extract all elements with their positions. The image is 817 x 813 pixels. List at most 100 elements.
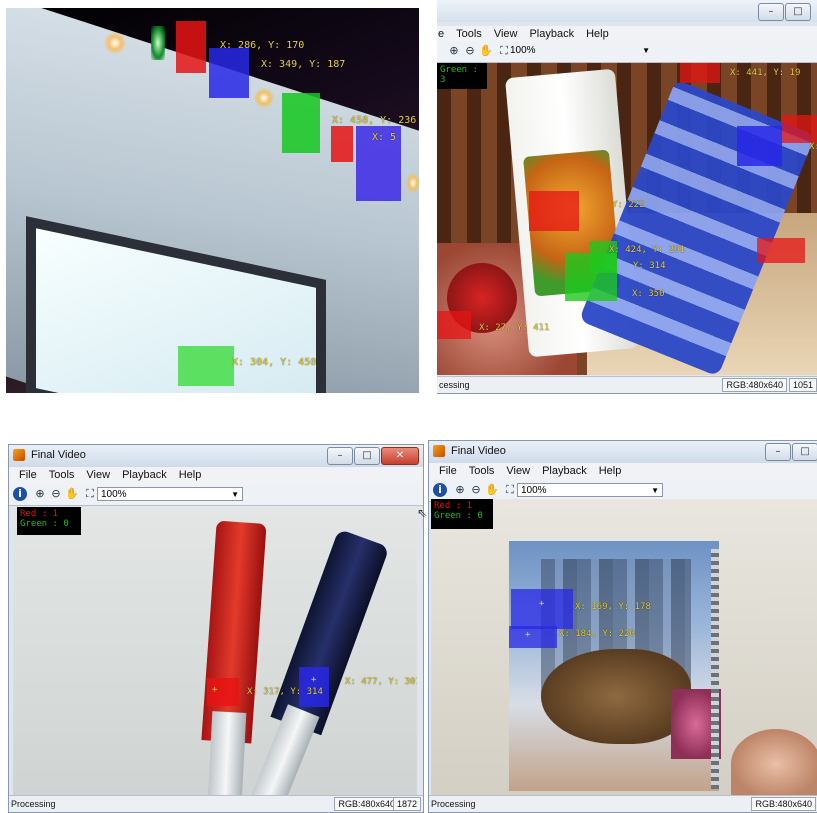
color-panel: Red : 1 Green : 0 [17, 507, 81, 535]
color-panel: Green : 3 [437, 63, 487, 89]
zoom-select[interactable]: 100% ▼ [507, 44, 653, 58]
zoom-in-icon[interactable]: ⊕ [447, 44, 461, 58]
zoom-in-icon[interactable]: ⊕ [33, 487, 47, 501]
fit-to-window-icon[interactable]: ⛶ [503, 483, 517, 497]
blue-detection-box [511, 589, 573, 629]
close-button[interactable]: ✕ [381, 447, 419, 465]
frame-count: 1872 [392, 797, 421, 811]
status-bar: Processing RGB:480x640 [429, 795, 817, 812]
coord-label: Y: 314 [633, 261, 666, 271]
green-count: Green : 3 [440, 65, 478, 85]
zoom-select[interactable]: 100% ▼ [517, 483, 663, 497]
fit-to-window-icon[interactable]: ⛶ [83, 487, 97, 501]
video-window-bl: Final Video – □ ✕ File Tools View Playba… [8, 444, 424, 813]
crosshair: + [525, 630, 531, 640]
zoom-out-icon[interactable]: ⊖ [469, 483, 483, 497]
window-title: Final Video [31, 449, 86, 461]
red-count: Red : 1 [434, 501, 472, 511]
coord-label: X: 169, Y: 178 [575, 602, 651, 612]
red-detection-box [680, 63, 720, 83]
coord-label: X: 55 [809, 142, 817, 152]
status-text: Processing [11, 799, 56, 809]
red-detection-box [176, 21, 206, 73]
info-icon[interactable]: i [13, 487, 27, 501]
menu-file[interactable]: File [433, 463, 463, 481]
status-bar: Processing RGB:480x640 1872 [9, 795, 423, 812]
chevron-down-icon: ▼ [231, 490, 239, 499]
coord-label: X: 304, Y: 450 [232, 357, 317, 368]
blue-detection-box [737, 126, 782, 166]
menu-view[interactable]: View [500, 463, 536, 481]
coord-label: X: 350 [632, 289, 665, 299]
green-count: Green : 0 [20, 519, 69, 529]
menu-playback[interactable]: Playback [116, 467, 173, 485]
video-window-tr: – □ e Tools View Playback Help ⊕ ⊖ ✋ ⛶ 1… [437, 0, 817, 394]
zoom-select[interactable]: 100% ▼ [97, 487, 243, 501]
hand [731, 729, 817, 795]
menu-tools[interactable]: Tools [463, 463, 501, 481]
coord-label: X: 477, Y: 301 [345, 677, 417, 687]
led-orange-3 [406, 173, 419, 193]
notebook-spiral [711, 549, 719, 789]
minimize-button[interactable]: – [765, 443, 791, 461]
minimize-button[interactable]: – [327, 447, 353, 465]
menu-help[interactable]: Help [593, 463, 628, 481]
pan-hand-icon[interactable]: ✋ [65, 487, 79, 501]
led-green-1 [151, 26, 165, 60]
video-frame: Green : 3 X: 441, Y: 19 X: 55 Y: 222 X: … [437, 63, 817, 375]
color-panel: Red : 1 Green : 0 [431, 499, 493, 529]
status-bar: cessing RGB:480x640 1051 [437, 376, 817, 393]
blue-detection-box [209, 48, 249, 98]
red-detection-box [437, 311, 471, 339]
menu-tools[interactable]: Tools [43, 467, 81, 485]
toolbar: ⊕ ⊖ ✋ ⛶ 100% ▼ [437, 42, 817, 63]
notebook-camel [541, 649, 691, 744]
info-icon[interactable]: i [433, 483, 447, 497]
coord-label: X: 441, Y: 19 [730, 68, 801, 78]
red-marker [201, 520, 267, 744]
menu-file[interactable]: File [13, 467, 43, 485]
maximize-button[interactable]: □ [354, 447, 380, 465]
title-bar: – □ [437, 0, 817, 22]
menu-view[interactable]: View [80, 467, 116, 485]
title-bar: Final Video – □ ✕ [9, 445, 423, 467]
green-detection-box [282, 93, 320, 153]
zoom-out-icon[interactable]: ⊖ [463, 44, 477, 58]
maximize-button[interactable]: □ [785, 3, 811, 21]
coord-label: X: 27, Y: 411 [479, 323, 550, 333]
blue-marker-barrel [250, 704, 320, 795]
coord-label: X: 286, Y: 170 [220, 40, 305, 51]
led-orange-2 [254, 88, 274, 108]
red-detection-box [782, 115, 817, 143]
blue-detection-box [509, 626, 557, 648]
menu-help[interactable]: Help [173, 467, 208, 485]
mouse-cursor-icon: ⇖ [417, 506, 428, 520]
window-title: Final Video [451, 445, 506, 457]
coord-label: X: 317, Y: 314 [247, 687, 323, 697]
zoom-out-icon[interactable]: ⊖ [49, 487, 63, 501]
menu-bar: File Tools View Playback Help [429, 463, 817, 481]
red-marker-barrel [207, 711, 247, 795]
video-frame: Red : 1 Green : 0 + + X: 169, Y: 178 X: … [431, 499, 817, 795]
menu-bar: File Tools View Playback Help [9, 467, 423, 485]
pan-hand-icon[interactable]: ✋ [479, 44, 493, 58]
resolution-label: RGB:480x640 [334, 797, 399, 811]
app-icon [433, 445, 445, 457]
frame-count: 1051 [788, 378, 817, 392]
chevron-down-icon: ▼ [651, 486, 659, 495]
menu-playback[interactable]: Playback [536, 463, 593, 481]
green-detection-box-3 [178, 346, 234, 386]
zoom-value: 100% [101, 489, 127, 500]
minimize-button[interactable]: – [758, 3, 784, 21]
video-frame: Red : 1 Green : 0 + + X: 317, Y: 314 X: … [13, 507, 417, 795]
zoom-in-icon[interactable]: ⊕ [453, 483, 467, 497]
resolution-label: RGB:480x640 [722, 378, 787, 392]
pan-hand-icon[interactable]: ✋ [485, 483, 499, 497]
maximize-button[interactable]: □ [792, 443, 817, 461]
coord-label: X: 424, Y: 291 [609, 245, 685, 255]
resolution-label: RGB:480x640 [751, 797, 816, 811]
red-detection-box [757, 238, 805, 263]
crosshair: + [311, 675, 317, 685]
video-window-br: Final Video – □ File Tools View Playback… [428, 440, 817, 813]
status-text: Processing [431, 799, 476, 809]
